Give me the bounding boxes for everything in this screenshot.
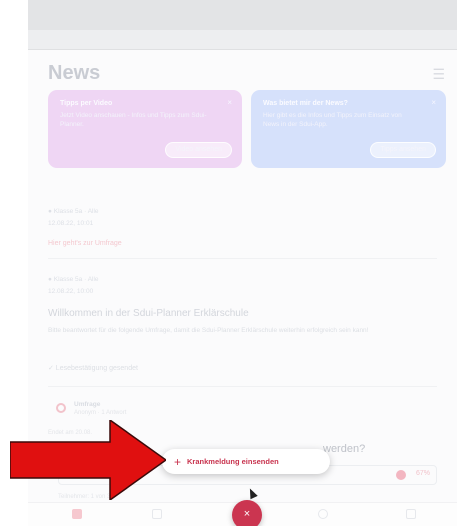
- card-title: Was bietet mir der News?: [263, 100, 348, 107]
- feed-item-date: 12.08.22, 10:01: [48, 220, 94, 227]
- hamburger-icon[interactable]: ☰: [432, 66, 445, 83]
- answer-percent: 67%: [415, 470, 430, 477]
- card-text: Jetzt Video anschauen - Infos und Tipps …: [60, 112, 207, 129]
- divider: [48, 258, 437, 259]
- sick-note-label: Krankmeldung einsenden: [187, 457, 279, 466]
- card-text: Hier gibt es die Infos und Tipps zum Ein…: [263, 112, 402, 129]
- post-title: Willkommen in der Sdui-Planner Erklärsch…: [48, 308, 249, 319]
- annotation-arrow-icon: [10, 420, 166, 500]
- tips-news-card[interactable]: Was bietet mir der News? Hier gibt es di…: [251, 90, 446, 168]
- feed-item-date: 12.08.22, 10:00: [48, 288, 94, 295]
- chat-icon[interactable]: [318, 509, 328, 519]
- survey-subtitle: Anonym · 1 Antwort: [74, 410, 127, 416]
- plus-icon: +: [174, 454, 182, 469]
- survey-link[interactable]: Hier geht's zur Umfrage: [48, 240, 122, 247]
- close-fab-button[interactable]: ×: [232, 500, 262, 526]
- sick-note-button[interactable]: + Krankmeldung einsenden: [162, 449, 330, 474]
- browser-toolbar: [28, 30, 457, 50]
- tips-button[interactable]: Tipps ansehen: [370, 142, 436, 158]
- video-button[interactable]: Video ansehen: [165, 142, 232, 158]
- calendar-icon[interactable]: [152, 509, 162, 519]
- bell-icon[interactable]: [72, 509, 82, 519]
- read-confirmation: ✓ Lesebestätigung gesendet: [48, 365, 138, 372]
- close-icon: ×: [243, 508, 251, 520]
- page-title: News: [48, 62, 101, 84]
- post-text: Bitte beantwortet für die folgende Umfra…: [48, 327, 369, 334]
- more-icon[interactable]: [406, 509, 416, 519]
- feed-item-meta: ● Klasse 5a · Alle: [48, 276, 99, 283]
- divider: [48, 386, 437, 387]
- close-icon[interactable]: ×: [431, 98, 436, 107]
- survey-label: Umfrage: [74, 401, 101, 408]
- close-icon[interactable]: ×: [227, 98, 232, 107]
- card-title: Tipps per Video: [60, 100, 113, 107]
- survey-question: werden?: [323, 443, 366, 455]
- feed-item-meta: ● Klasse 5a · Alle: [48, 208, 99, 215]
- survey-icon: [56, 403, 66, 413]
- check-icon: [396, 470, 406, 480]
- tips-video-card[interactable]: Tipps per Video Jetzt Video anschauen - …: [48, 90, 242, 168]
